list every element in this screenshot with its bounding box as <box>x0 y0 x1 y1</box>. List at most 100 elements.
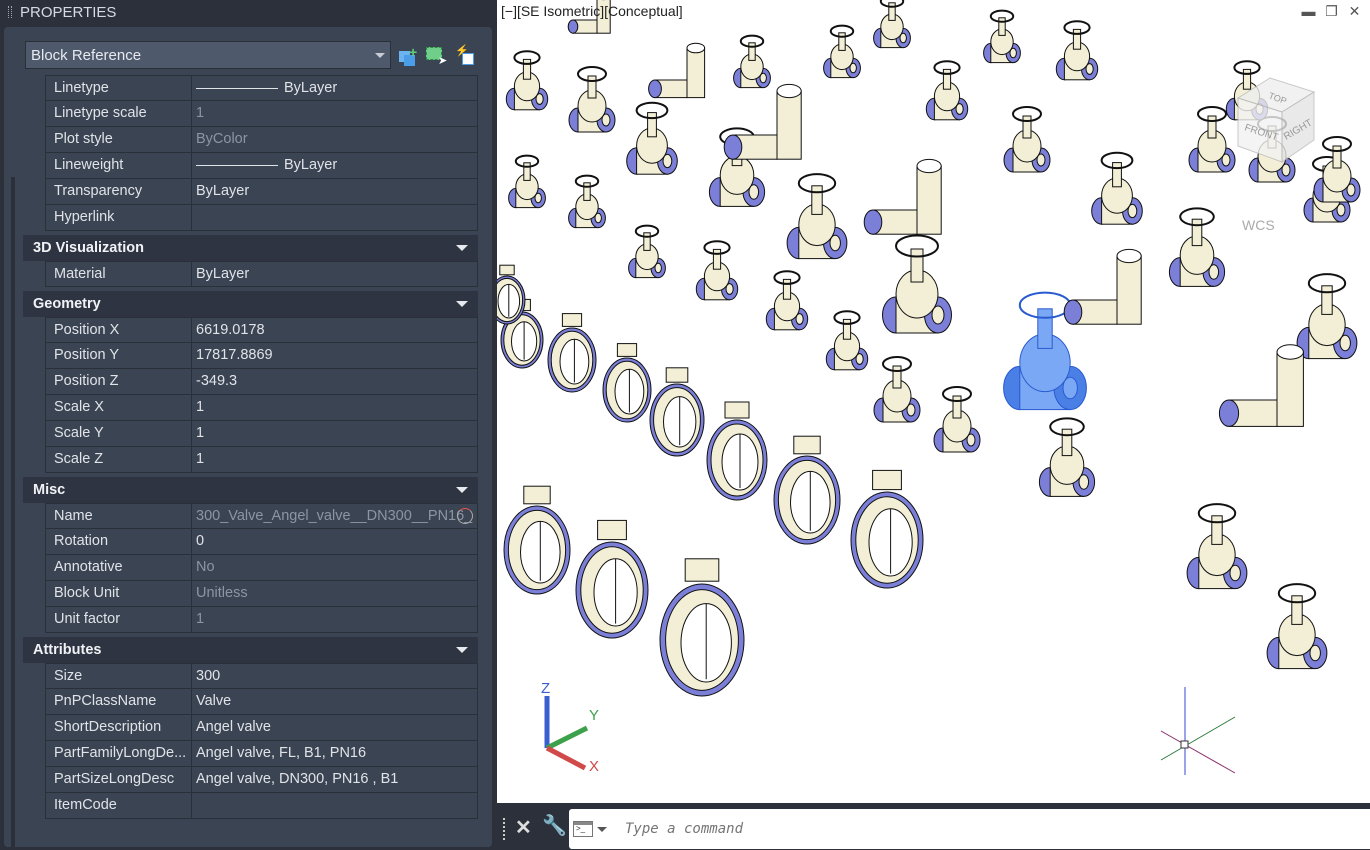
property-value[interactable]: -349.3 <box>192 369 477 394</box>
property-row[interactable]: Hyperlink <box>45 205 478 231</box>
valve-block[interactable] <box>825 310 869 371</box>
property-row[interactable]: Linetype ByLayer <box>45 75 478 101</box>
section-header[interactable]: 3D Visualization <box>23 235 478 261</box>
property-row[interactable]: ShortDescription Angel valve <box>45 715 478 741</box>
toggle-pickadd-icon[interactable]: + <box>397 44 419 66</box>
property-row[interactable]: Scale X1 <box>45 395 478 421</box>
valve-block[interactable] <box>873 0 911 49</box>
valve-block[interactable] <box>1038 417 1096 497</box>
restore-icon[interactable]: ❐ <box>1324 4 1339 18</box>
viewport-controls-label[interactable]: [−][SE Isometric][Conceptual] <box>501 3 683 19</box>
valve-block[interactable] <box>626 101 678 175</box>
palette-titlebar[interactable]: PROPERTIES <box>0 0 497 24</box>
property-row[interactable]: Linetype scale 1 <box>45 101 478 127</box>
collapse-icon[interactable] <box>456 647 468 653</box>
property-value[interactable]: 1 <box>192 607 477 632</box>
property-value[interactable]: 300_Valve_Angel_valve__DN300__PN16_ <box>192 504 477 528</box>
ucs-menu[interactable]: WCS <box>1242 217 1275 233</box>
property-row[interactable]: Scale Z1 <box>45 447 478 473</box>
property-value[interactable]: ByColor <box>192 127 477 152</box>
property-value[interactable]: No <box>192 555 477 580</box>
valve-block[interactable] <box>1266 583 1328 670</box>
object-type-select[interactable]: Block Reference <box>25 41 391 69</box>
command-input[interactable] <box>625 821 1225 837</box>
property-row[interactable]: Rotation 0 <box>45 529 478 555</box>
property-value[interactable]: 6619.0178 <box>192 318 477 342</box>
section-header[interactable]: Misc <box>23 477 478 503</box>
butterfly-valve[interactable] <box>850 469 924 589</box>
property-row[interactable]: Unit factor 1 <box>45 607 478 633</box>
property-value[interactable]: 300 <box>192 664 477 688</box>
block-editor-icon[interactable] <box>457 508 473 524</box>
property-row[interactable]: Lineweight ByLayer <box>45 153 478 179</box>
property-row[interactable]: Block Unit Unitless <box>45 581 478 607</box>
close-icon[interactable]: ✕ <box>515 815 532 840</box>
property-row[interactable]: PartFamilyLongDe... Angel valve, FL, B1, … <box>45 741 478 767</box>
butterfly-valve[interactable] <box>575 519 649 639</box>
valve-block[interactable] <box>1055 20 1099 81</box>
property-value[interactable] <box>192 793 477 818</box>
property-value[interactable]: 1 <box>192 447 477 472</box>
property-value[interactable]: ByLayer <box>192 262 477 286</box>
property-row[interactable]: Position Z -349.3 <box>45 369 478 395</box>
valve-block[interactable] <box>1168 207 1226 287</box>
valve-block[interactable] <box>508 154 546 209</box>
valve-block[interactable] <box>505 50 549 111</box>
butterfly-valve[interactable] <box>602 343 652 423</box>
drawing-viewport[interactable]: [−][SE Isometric][Conceptual] ▬ ❐ ✕ TOP FR… <box>497 0 1370 803</box>
valve-block[interactable] <box>933 386 981 453</box>
butterfly-valve[interactable] <box>547 313 597 393</box>
grip-icon[interactable] <box>503 818 508 840</box>
valve-block[interactable] <box>786 173 848 260</box>
valve-block[interactable] <box>823 24 861 79</box>
property-row[interactable]: PnPClassName Valve <box>45 689 478 715</box>
property-row[interactable]: Scale Y1 <box>45 421 478 447</box>
valve-block[interactable] <box>925 60 969 121</box>
butterfly-valve[interactable] <box>497 264 526 325</box>
valve-block[interactable] <box>1003 106 1051 173</box>
pipe-elbow[interactable] <box>1218 344 1304 427</box>
property-value[interactable]: ByLayer <box>192 76 477 100</box>
collapse-icon[interactable] <box>456 245 468 251</box>
valve-block[interactable] <box>695 240 739 301</box>
pipe-elbow[interactable] <box>863 158 942 235</box>
property-value[interactable] <box>192 205 477 230</box>
property-value[interactable]: 1 <box>192 101 477 126</box>
property-value[interactable]: Angel valve <box>192 715 477 740</box>
property-value[interactable]: Valve <box>192 689 477 714</box>
valve-block[interactable] <box>568 174 606 229</box>
chevron-down-icon[interactable] <box>597 826 607 832</box>
valve-block[interactable] <box>983 9 1021 64</box>
property-row[interactable]: Name 300_Valve_Angel_valve__DN300__PN16_ <box>45 503 478 529</box>
property-value[interactable]: 1 <box>192 421 477 446</box>
select-objects-icon[interactable]: ➤ <box>425 44 447 67</box>
section-header[interactable]: Geometry <box>23 291 478 317</box>
collapse-icon[interactable] <box>456 487 468 493</box>
property-row[interactable]: Plot style ByColor <box>45 127 478 153</box>
grip-icon[interactable] <box>8 6 12 18</box>
minimize-icon[interactable]: ▬ <box>1301 4 1316 18</box>
butterfly-valve[interactable] <box>706 401 768 501</box>
wrench-icon[interactable]: 🔧 <box>542 813 567 838</box>
butterfly-valve[interactable] <box>503 485 571 595</box>
viewcube[interactable]: TOP FRONT RIGHT WCS <box>1222 70 1342 240</box>
butterfly-valve[interactable] <box>773 435 841 545</box>
quick-select-icon[interactable]: ⚡ <box>453 44 475 66</box>
valve-block[interactable] <box>1296 273 1358 360</box>
pipe-elbow[interactable] <box>1063 248 1142 325</box>
property-value[interactable]: 1 <box>192 395 477 420</box>
close-icon[interactable]: ✕ <box>1347 4 1362 18</box>
valve-block[interactable] <box>873 356 921 423</box>
valve-block[interactable] <box>628 224 666 279</box>
valve-block[interactable] <box>882 234 952 334</box>
property-value[interactable]: Angel valve, FL, B1, PN16 <box>192 741 477 766</box>
butterfly-valve[interactable] <box>649 367 705 457</box>
property-row[interactable]: Position X 6619.0178 <box>45 317 478 343</box>
section-header[interactable]: Attributes <box>23 637 478 663</box>
property-value[interactable]: ByLayer <box>192 153 477 178</box>
valve-block[interactable] <box>765 270 809 331</box>
property-row[interactable]: Annotative No <box>45 555 478 581</box>
property-value[interactable]: ByLayer <box>192 179 477 204</box>
property-row[interactable]: Material ByLayer <box>45 261 478 287</box>
property-row[interactable]: Size 300 <box>45 663 478 689</box>
